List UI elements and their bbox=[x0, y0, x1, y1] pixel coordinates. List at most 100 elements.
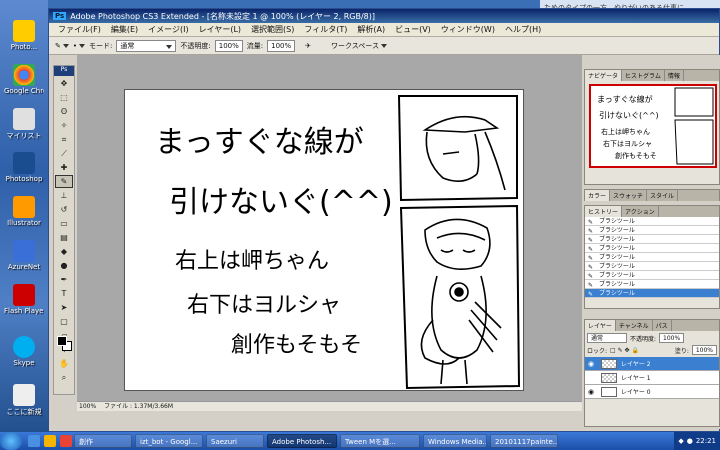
desktop-icon-1[interactable]: Photo... bbox=[4, 20, 44, 51]
magic-wand-tool-icon[interactable]: ✧ bbox=[55, 119, 73, 132]
layer-row[interactable]: ◉ レイヤー 2 bbox=[585, 357, 719, 371]
dodge-tool-icon[interactable]: ● bbox=[55, 259, 73, 272]
brush-size-picker[interactable]: • bbox=[73, 42, 86, 50]
desktop-icon-mylist[interactable]: マイリスト bbox=[4, 108, 44, 141]
blend-mode-select[interactable]: 通常 bbox=[587, 333, 627, 343]
menu-edit[interactable]: 編集(E) bbox=[106, 24, 143, 35]
taskbar-item[interactable]: Saezuri bbox=[206, 434, 264, 448]
menu-image[interactable]: イメージ(I) bbox=[143, 24, 193, 35]
desktop-icon-azure[interactable]: AzureNet bbox=[4, 240, 44, 271]
photoshop-icon bbox=[13, 152, 35, 174]
tray-icon[interactable]: ● bbox=[687, 437, 693, 445]
history-item[interactable]: ✎ ブラシツール bbox=[585, 262, 719, 271]
zoom-tool-icon[interactable]: ⌕ bbox=[55, 371, 73, 384]
thumb-text-line3: 右上は岬ちゃん bbox=[601, 127, 650, 136]
history-item[interactable]: ✎ ブラシツール bbox=[585, 244, 719, 253]
media-icon[interactable] bbox=[60, 435, 72, 447]
pen-tool-icon[interactable]: ✒ bbox=[55, 273, 73, 286]
path-selection-tool-icon[interactable]: ➤ bbox=[55, 301, 73, 314]
airbrush-icon[interactable]: ✈ bbox=[305, 42, 311, 50]
history-item-current[interactable]: ✎ ブラシツール bbox=[585, 289, 719, 298]
history-item[interactable]: ✎ ブラシツール bbox=[585, 280, 719, 289]
desktop-icon-illustrator[interactable]: Illustrator bbox=[4, 196, 44, 227]
tab-info[interactable]: 情報 bbox=[665, 70, 684, 81]
tab-histogram[interactable]: ヒストグラム bbox=[622, 70, 665, 81]
workspace-menu[interactable]: ワークスペース bbox=[331, 41, 387, 51]
brush-tool-preset-icon[interactable]: ✎ bbox=[55, 42, 69, 50]
taskbar-item[interactable]: 創作 bbox=[74, 434, 132, 448]
menu-select[interactable]: 選択範囲(S) bbox=[246, 24, 299, 35]
history-item[interactable]: ✎ ブラシツール bbox=[585, 271, 719, 280]
taskbar-item[interactable]: 20101117painte... bbox=[490, 434, 558, 448]
fill-input[interactable]: 100% bbox=[691, 345, 717, 355]
ie-icon[interactable] bbox=[28, 435, 40, 447]
history-item[interactable]: ✎ ブラシツール bbox=[585, 226, 719, 235]
healing-brush-tool-icon[interactable]: ✚ bbox=[55, 161, 73, 174]
title-bar[interactable]: Ps Adobe Photoshop CS3 Extended - [名称未設定… bbox=[49, 9, 719, 23]
desktop-icon-new[interactable]: ここに新規 bbox=[4, 384, 44, 417]
crop-tool-icon[interactable]: ⌗ bbox=[55, 133, 73, 146]
desktop-icon-skype[interactable]: Skype bbox=[4, 336, 44, 367]
folder-icon[interactable] bbox=[44, 435, 56, 447]
blur-tool-icon[interactable]: ◆ bbox=[55, 245, 73, 258]
desktop-icon-photoshop[interactable]: Photoshop bbox=[4, 152, 44, 183]
desktop-icon-chrome[interactable]: Google Chrome bbox=[4, 64, 44, 95]
foreground-color-swatch[interactable] bbox=[57, 336, 67, 346]
tab-actions[interactable]: アクション bbox=[622, 206, 659, 217]
menu-layer[interactable]: レイヤー(L) bbox=[194, 24, 246, 35]
thumb-text-line1: まっすぐな線が bbox=[597, 94, 653, 104]
tab-styles[interactable]: スタイル bbox=[647, 190, 679, 201]
eraser-tool-icon[interactable]: ▭ bbox=[55, 217, 73, 230]
mode-select[interactable]: 通常 bbox=[116, 39, 177, 52]
history-item[interactable]: ✎ ブラシツール bbox=[585, 217, 719, 226]
tray-icon[interactable]: ◆ bbox=[678, 437, 683, 445]
flow-input[interactable]: 100% bbox=[267, 39, 296, 52]
taskbar-item[interactable]: izt_bot - Googl... bbox=[135, 434, 203, 448]
tab-color[interactable]: カラー bbox=[585, 190, 611, 201]
clone-stamp-tool-icon[interactable]: ⊥ bbox=[55, 189, 73, 202]
menu-help[interactable]: ヘルプ(H) bbox=[500, 24, 546, 35]
history-brush-tool-icon[interactable]: ↺ bbox=[55, 203, 73, 216]
navigator-preview[interactable]: まっすぐな線が 引けないぐ(^^) 右上は岬ちゃん 右下はヨルシャ 創作もそもそ bbox=[589, 84, 717, 168]
tab-swatches[interactable]: スウォッチ bbox=[610, 190, 648, 201]
tab-history[interactable]: ヒストリー bbox=[585, 206, 623, 217]
opacity-input[interactable]: 100% bbox=[214, 39, 243, 52]
tab-layers[interactable]: レイヤー bbox=[585, 320, 616, 331]
taskbar-item[interactable]: Tween Mを選... bbox=[340, 434, 420, 448]
clock[interactable]: 22:21 bbox=[696, 437, 716, 445]
thumb-text-line4: 右下はヨルシャ bbox=[603, 139, 652, 148]
tab-channels[interactable]: チャンネル bbox=[616, 320, 653, 331]
mode-label: モード: bbox=[89, 41, 113, 50]
desktop-icon-flash[interactable]: Flash Player bbox=[4, 284, 44, 315]
document-canvas[interactable]: まっすぐな線が 引けないぐ(^^) 右上は岬ちゃん 右下はヨルシャ 創作もそもそ bbox=[124, 89, 524, 391]
menu-window[interactable]: ウィンドウ(W) bbox=[436, 24, 500, 35]
tab-paths[interactable]: パス bbox=[653, 320, 672, 331]
menu-view[interactable]: ビュー(V) bbox=[390, 24, 436, 35]
eye-icon[interactable]: ◉ bbox=[585, 360, 597, 368]
lasso-tool-icon[interactable]: ʘ bbox=[55, 105, 73, 118]
brush-tool-icon[interactable]: ✎ bbox=[55, 175, 73, 188]
hand-tool-icon[interactable]: ✋ bbox=[55, 357, 73, 370]
menu-filter[interactable]: フィルタ(T) bbox=[299, 24, 352, 35]
taskbar-item[interactable]: Windows Media... bbox=[423, 434, 487, 448]
start-button[interactable] bbox=[0, 432, 22, 450]
layer-opacity-input[interactable]: 100% bbox=[659, 333, 685, 343]
move-tool-icon[interactable]: ✥ bbox=[55, 77, 73, 90]
type-tool-icon[interactable]: T bbox=[55, 287, 73, 300]
menu-analysis[interactable]: 解析(A) bbox=[352, 24, 390, 35]
layer-row[interactable]: ◉ レイヤー 0 bbox=[585, 385, 719, 399]
marquee-tool-icon[interactable]: ⬚ bbox=[55, 91, 73, 104]
shape-tool-icon[interactable]: ▢ bbox=[55, 315, 73, 328]
menu-file[interactable]: ファイル(F) bbox=[53, 24, 106, 35]
zoom-level[interactable]: 100% bbox=[79, 403, 96, 410]
taskbar-item-active[interactable]: Adobe Photosh... bbox=[267, 434, 337, 448]
eye-icon[interactable]: ◉ bbox=[585, 388, 597, 396]
lock-label: ロック: bbox=[587, 347, 608, 355]
lock-icons[interactable]: □ ✎ ✥ 🔒 bbox=[610, 347, 639, 354]
slice-tool-icon[interactable]: ⟋ bbox=[55, 147, 73, 160]
history-item[interactable]: ✎ ブラシツール bbox=[585, 253, 719, 262]
history-item[interactable]: ✎ ブラシツール bbox=[585, 235, 719, 244]
tab-navigator[interactable]: ナビゲータ bbox=[585, 70, 623, 81]
layer-row[interactable]: レイヤー 1 bbox=[585, 371, 719, 385]
gradient-tool-icon[interactable]: ▤ bbox=[55, 231, 73, 244]
